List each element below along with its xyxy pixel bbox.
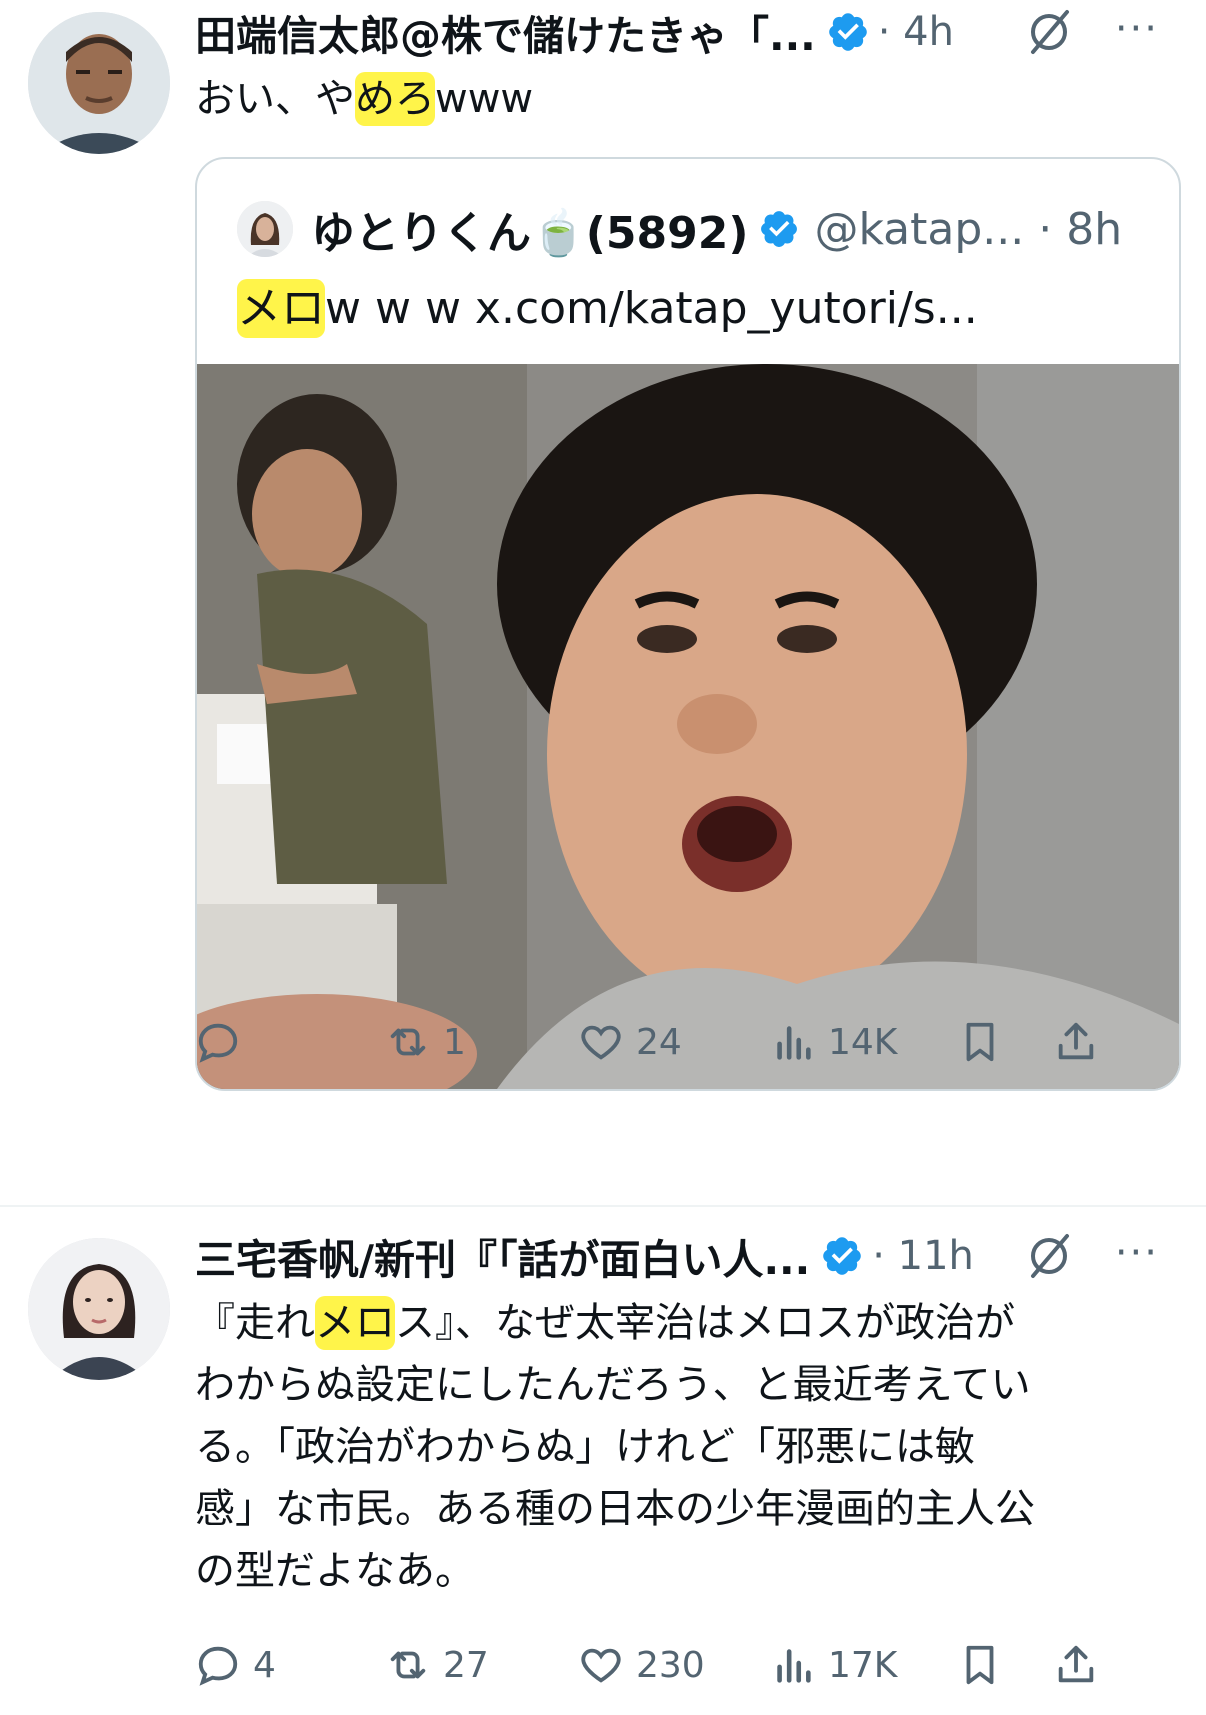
quoted-author-name[interactable]: ゆとりくん🍵(5892) <box>311 197 748 261</box>
retweet-button[interactable]: 1 <box>385 1012 466 1072</box>
bookmark-button[interactable] <box>957 1635 1003 1695</box>
retweet-icon <box>390 1028 426 1056</box>
views-count: 17K <box>828 1644 898 1686</box>
text-segment: おい、や <box>195 76 355 122</box>
more-icon[interactable]: ··· <box>1115 6 1159 52</box>
tweet-header: 三宅香帆/新刊『「話が面白い人... · 11h ··· <box>195 1226 1185 1286</box>
like-icon <box>581 1025 621 1060</box>
tweet-header: 田端信太郎@株で儲けたきゃ「... · 4h ··· <box>195 2 1185 62</box>
quoted-handle[interactable]: @katap... · 8h <box>814 204 1122 255</box>
text-segment: w w w x.com/katap_yutori/s... <box>325 283 978 334</box>
tweet-actions: 1 24 14K <box>195 1012 1185 1072</box>
verified-badge-icon <box>823 1237 861 1275</box>
reply-count: 4 <box>253 1644 276 1686</box>
bookmark-icon <box>966 1645 994 1685</box>
tweet-divider <box>0 1205 1206 1207</box>
verified-badge-icon <box>828 13 867 51</box>
retweet-icon <box>390 1651 426 1679</box>
tweet-1[interactable]: 田端信太郎@株で儲けたきゃ「... · 4h ··· おい、やめろwww ゆとり… <box>0 0 1206 1200</box>
verified-badge-icon <box>761 211 798 247</box>
quoted-media-photo[interactable] <box>197 364 1179 1089</box>
views-button[interactable]: 14K <box>770 1012 897 1072</box>
share-icon <box>1058 1645 1094 1683</box>
timestamp[interactable]: · 4h <box>878 9 954 55</box>
reply-button[interactable] <box>195 1012 253 1072</box>
share-icon <box>1058 1022 1094 1060</box>
highlighted-text: メロ <box>237 279 325 338</box>
share-button[interactable] <box>1053 1635 1099 1695</box>
views-icon <box>777 1026 811 1060</box>
retweet-count: 1 <box>443 1021 466 1063</box>
more-icon[interactable]: ··· <box>1115 1230 1159 1276</box>
views-count: 14K <box>828 1021 898 1063</box>
tweet-2[interactable]: 三宅香帆/新刊『「話が面白い人... · 11h ··· 『走れメロス』、なぜ太… <box>0 1210 1206 1715</box>
like-icon <box>581 1648 621 1683</box>
author-name[interactable]: 田端信太郎@株で儲けたきゃ「... <box>195 2 816 62</box>
bookmark-icon <box>966 1022 994 1062</box>
grok-icon[interactable] <box>1025 1232 1073 1280</box>
reply-icon <box>198 1646 238 1686</box>
avatar[interactable] <box>28 1238 170 1380</box>
tweet-actions: 4 27 230 17K <box>195 1635 1185 1695</box>
quoted-tweet[interactable]: ゆとりくん🍵(5892) @katap... · 8h メロw w w x.co… <box>195 157 1181 1091</box>
text-segment: 『走れ <box>195 1300 315 1346</box>
reply-button[interactable]: 4 <box>195 1635 276 1695</box>
author-name[interactable]: 三宅香帆/新刊『「話が面白い人... <box>195 1226 810 1286</box>
views-icon <box>777 1649 811 1683</box>
timestamp[interactable]: · 11h <box>872 1233 974 1279</box>
share-button[interactable] <box>1053 1012 1099 1072</box>
like-button[interactable]: 230 <box>578 1635 705 1695</box>
bookmark-button[interactable] <box>957 1012 1003 1072</box>
views-button[interactable]: 17K <box>770 1635 897 1695</box>
tweet-text: 『走れメロス』、なぜ太宰治はメロスが政治が わからぬ設定にしたんだろう、と最近考… <box>195 1292 1035 1602</box>
avatar[interactable] <box>28 12 170 154</box>
retweet-count: 27 <box>443 1644 489 1686</box>
text-segment: www <box>435 76 534 122</box>
reply-icon <box>198 1023 238 1063</box>
quoted-tweet-text: メロw w w x.com/katap_yutori/s... <box>237 274 978 344</box>
tweet-text: おい、やめろwww <box>195 68 533 130</box>
like-button[interactable]: 24 <box>578 1012 682 1072</box>
retweet-button[interactable]: 27 <box>385 1635 489 1695</box>
quoted-tweet-header: ゆとりくん🍵(5892) @katap... · 8h <box>237 199 1157 259</box>
like-count: 230 <box>636 1644 705 1686</box>
highlighted-text: めろ <box>355 72 435 126</box>
like-count: 24 <box>636 1021 682 1063</box>
grok-icon[interactable] <box>1025 8 1073 56</box>
highlighted-text: メロ <box>315 1296 395 1350</box>
quoted-avatar <box>237 201 293 257</box>
